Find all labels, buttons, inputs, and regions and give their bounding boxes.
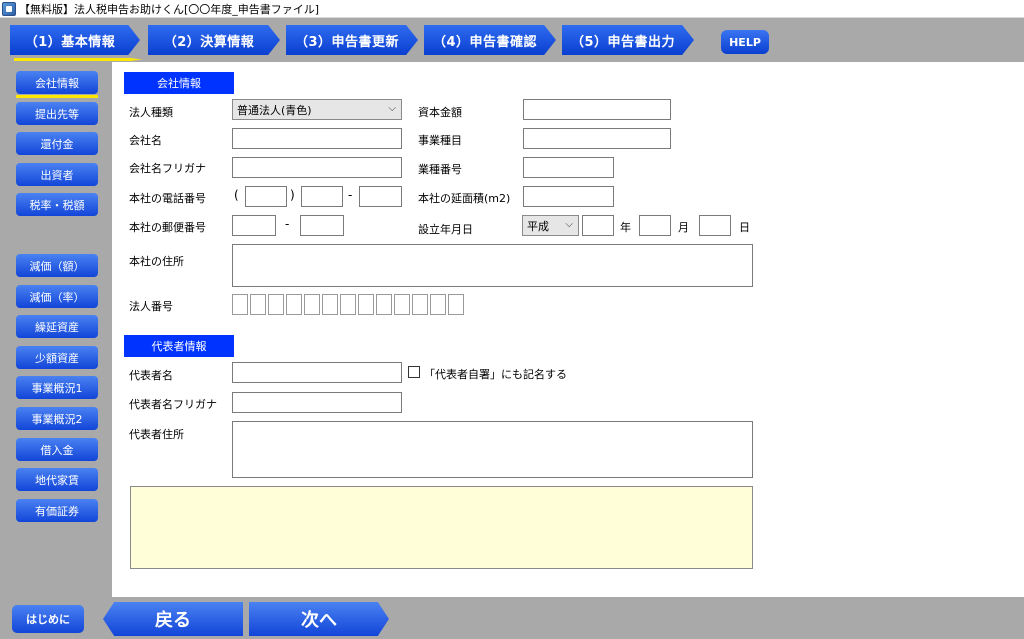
rep-name-input[interactable] [232,362,402,383]
corp-number-digit[interactable] [412,294,428,315]
capital-input[interactable] [523,99,671,120]
sidebar-item-small-assets[interactable]: 少額資産 [16,346,98,369]
capital-label: 資本金額 [418,106,462,119]
corp-number-label: 法人番号 [129,300,173,313]
sidebar-item-business-overview-2[interactable]: 事業概況2 [16,407,98,430]
active-tab-indicator [14,58,142,61]
company-address-input[interactable] [232,244,753,287]
rep-kana-input[interactable] [232,392,402,413]
corp-number-digit[interactable] [448,294,464,315]
sidebar-item-tax-rate[interactable]: 税率・税額 [16,193,98,216]
postal-second-input[interactable] [300,215,344,236]
bottom-bar: はじめに 戻る 次へ [0,597,1024,639]
tab-return-update[interactable]: （3）申告書更新 [286,25,418,55]
main-panel: 会社情報 法人種類 普通法人(青色) ⌵ 会社名 会社名フリガナ 本社の電話番号… [112,62,1024,597]
day-unit: 日 [739,221,750,234]
established-label: 設立年月日 [418,223,473,236]
sidebar-item-business-overview-1[interactable]: 事業概況1 [16,376,98,399]
company-kana-input[interactable] [232,157,402,178]
corp-type-value: 普通法人(青色) [237,103,312,117]
help-button[interactable]: HELP [721,30,769,54]
back-button[interactable]: 戻る [103,602,243,636]
era-value: 平成 [527,219,549,233]
rep-name-label: 代表者名 [129,369,173,382]
company-name-label: 会社名 [129,134,162,147]
sidebar-item-loans[interactable]: 借入金 [16,438,98,461]
corp-number-digit[interactable] [322,294,338,315]
corp-number-digit[interactable] [232,294,248,315]
corp-number-digit[interactable] [268,294,284,315]
next-button[interactable]: 次へ [249,602,389,636]
representative-section-title: 代表者情報 [124,335,234,357]
phone-area-input[interactable] [245,186,287,207]
notes-area[interactable] [130,486,753,569]
company-kana-label: 会社名フリガナ [129,162,206,175]
rep-sign-checkbox[interactable] [408,366,420,378]
sidebar-item-depreciation-amount[interactable]: 減価（額） [16,254,98,277]
phone-number-input[interactable] [359,186,402,207]
tab-return-output[interactable]: （5）申告書出力 [562,25,694,55]
tab-basic-info[interactable]: （1）基本情報 [10,25,140,55]
phone-paren-open: ( [234,188,239,202]
rep-address-label: 代表者住所 [129,428,184,441]
industry-code-input[interactable] [523,157,614,178]
corp-number-digit[interactable] [358,294,374,315]
corp-number-digit[interactable] [394,294,410,315]
phone-label: 本社の電話番号 [129,192,206,205]
corp-number-digit[interactable] [304,294,320,315]
app-icon [2,1,16,16]
rep-sign-checkbox-label: 「代表者自署」にも記名する [424,368,567,381]
phone-exchange-input[interactable] [301,186,343,207]
company-section-title: 会社情報 [124,72,234,94]
chevron-down-icon: ⌵ [565,219,573,230]
month-input[interactable] [639,215,671,236]
tab-return-check[interactable]: （4）申告書確認 [424,25,556,55]
phone-dash: - [348,188,353,202]
sidebar-item-company-info[interactable]: 会社情報 [16,71,98,94]
phone-paren-close: ) [290,188,295,202]
year-unit: 年 [620,221,631,234]
era-select[interactable]: 平成 ⌵ [522,215,579,236]
rep-kana-label: 代表者名フリガナ [129,398,217,411]
tab-settlement-info[interactable]: （2）決算情報 [148,25,280,55]
postal-first-input[interactable] [232,215,276,236]
sidebar-item-refund[interactable]: 還付金 [16,132,98,155]
sidebar-item-securities[interactable]: 有価証券 [16,499,98,522]
corp-type-select[interactable]: 普通法人(青色) ⌵ [232,99,402,120]
postal-dash: - [285,217,290,231]
sidebar-item-investors[interactable]: 出資者 [16,163,98,186]
industry-code-label: 業種番号 [418,163,462,176]
sidebar-item-deferred-assets[interactable]: 繰延資産 [16,315,98,338]
corp-type-label: 法人種類 [129,106,173,119]
window-title: 【無料版】法人税申告お助けくん[〇〇年度_申告書ファイル] [19,2,320,16]
floor-area-label: 本社の延面積(m2) [418,192,511,205]
month-unit: 月 [678,221,689,234]
sidebar-active-indicator [16,95,98,98]
business-input[interactable] [523,128,671,149]
chevron-down-icon: ⌵ [388,103,396,114]
corp-number-digit[interactable] [430,294,446,315]
corp-number-digit[interactable] [250,294,266,315]
day-input[interactable] [699,215,731,236]
corp-number-digit[interactable] [376,294,392,315]
postal-label: 本社の郵便番号 [129,221,206,234]
sidebar-item-rent[interactable]: 地代家賃 [16,468,98,491]
address-label: 本社の住所 [129,255,184,268]
floor-area-input[interactable] [523,186,614,207]
business-label: 事業種目 [418,134,462,147]
sidebar: 会社情報 提出先等 還付金 出資者 税率・税額 減価（額） 減価（率） 繰延資産… [0,62,112,597]
year-input[interactable] [582,215,614,236]
start-button[interactable]: はじめに [12,605,84,633]
title-bar: 【無料版】法人税申告お助けくん[〇〇年度_申告書ファイル] [0,0,1024,18]
tab-bar: （1）基本情報 （2）決算情報 （3）申告書更新 （4）申告書確認 （5）申告書… [0,18,1024,62]
rep-address-input[interactable] [232,421,753,478]
sidebar-item-submission[interactable]: 提出先等 [16,102,98,125]
corp-number-digit[interactable] [340,294,356,315]
corp-number-digit[interactable] [286,294,302,315]
sidebar-item-depreciation-rate[interactable]: 減価（率） [16,285,98,308]
company-name-input[interactable] [232,128,402,149]
